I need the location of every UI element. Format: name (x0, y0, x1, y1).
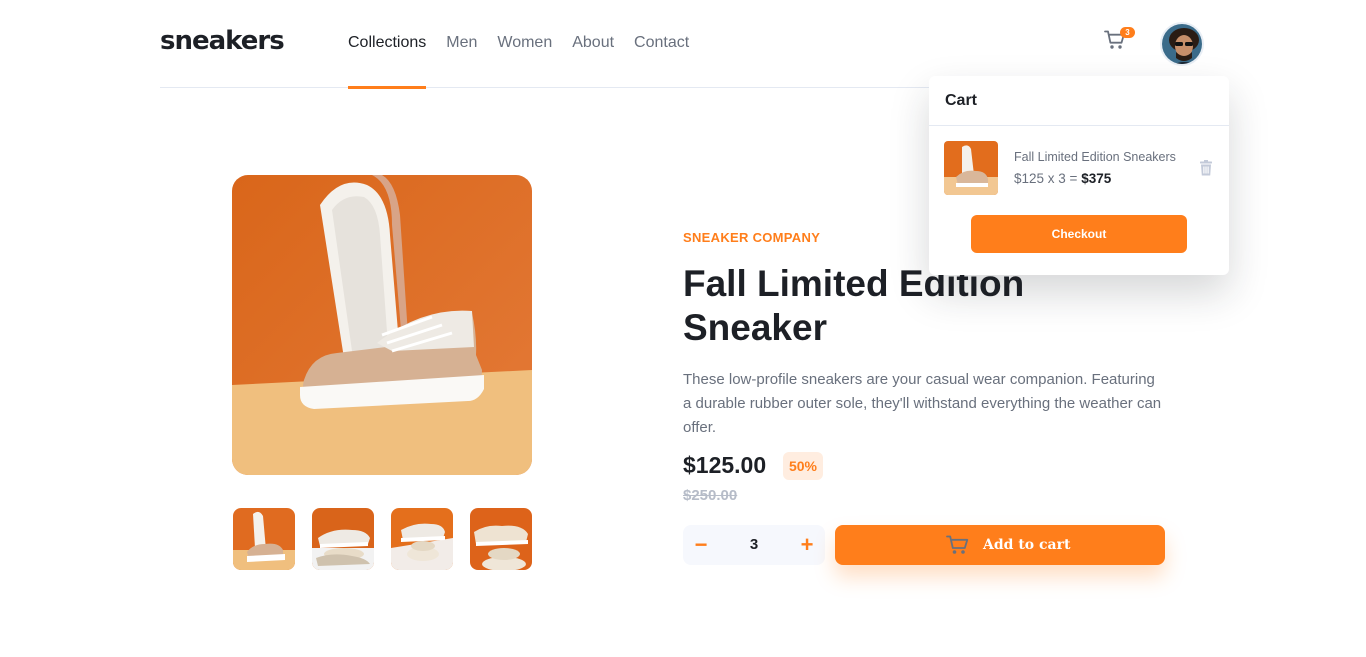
cart-count-badge: 3 (1120, 27, 1135, 38)
nav-men[interactable]: Men (446, 0, 477, 88)
trash-icon (1200, 160, 1212, 176)
discount-badge: 50% (783, 452, 823, 480)
thumbnail-2[interactable] (312, 508, 374, 570)
cart-item-calc: $125 x 3 = (1014, 171, 1082, 186)
avatar-image (1162, 24, 1202, 64)
thumbnail-1[interactable] (233, 508, 295, 570)
checkout-button[interactable]: Checkout (971, 215, 1187, 253)
nav-women[interactable]: Women (497, 0, 552, 88)
add-to-cart-label: Add to cart (983, 537, 1071, 553)
original-price: $250.00 (683, 487, 738, 504)
thumbnail-4[interactable] (470, 508, 532, 570)
nav-about[interactable]: About (572, 0, 614, 88)
cart-item-thumbnail (944, 141, 998, 195)
decrease-quantity-button[interactable]: − (683, 525, 719, 565)
cart-icon (946, 535, 969, 554)
cart-title: Cart (945, 92, 978, 109)
product-title: Fall Limited Edition Sneaker (683, 262, 1103, 350)
cart-dropdown: Cart Fall Limited Edition Sneakers $125 … (929, 76, 1229, 275)
product-main-image[interactable] (232, 175, 532, 475)
thumbnail-3[interactable] (391, 508, 453, 570)
cart-button[interactable]: 3 (1104, 27, 1135, 54)
main-nav: Collections Men Women About Contact (348, 0, 689, 89)
company-label: SNEAKER COMPANY (683, 230, 821, 245)
logo[interactable]: sneakers (160, 26, 285, 56)
cart-item-total: $375 (1081, 171, 1112, 186)
increase-quantity-button[interactable]: + (789, 525, 825, 565)
cart-divider (929, 125, 1229, 126)
avatar[interactable] (1160, 22, 1204, 66)
quantity-value: 3 (749, 536, 759, 553)
quantity-stepper: − 3 + (683, 525, 825, 565)
site-header: sneakers Collections Men Women About Con… (160, 0, 1206, 89)
add-to-cart-button[interactable]: Add to cart (835, 525, 1165, 565)
product-description: These low-profile sneakers are your casu… (683, 371, 1162, 436)
delete-item-button[interactable] (1199, 160, 1213, 176)
cart-item-name: Fall Limited Edition Sneakers (1014, 150, 1176, 164)
cart-item-price: $125 x 3 = $375 (1014, 171, 1111, 186)
nav-contact[interactable]: Contact (634, 0, 689, 88)
current-price: $125.00 (683, 452, 767, 478)
product-title-line2: Sneaker (683, 307, 827, 348)
nav-collections[interactable]: Collections (348, 0, 427, 89)
